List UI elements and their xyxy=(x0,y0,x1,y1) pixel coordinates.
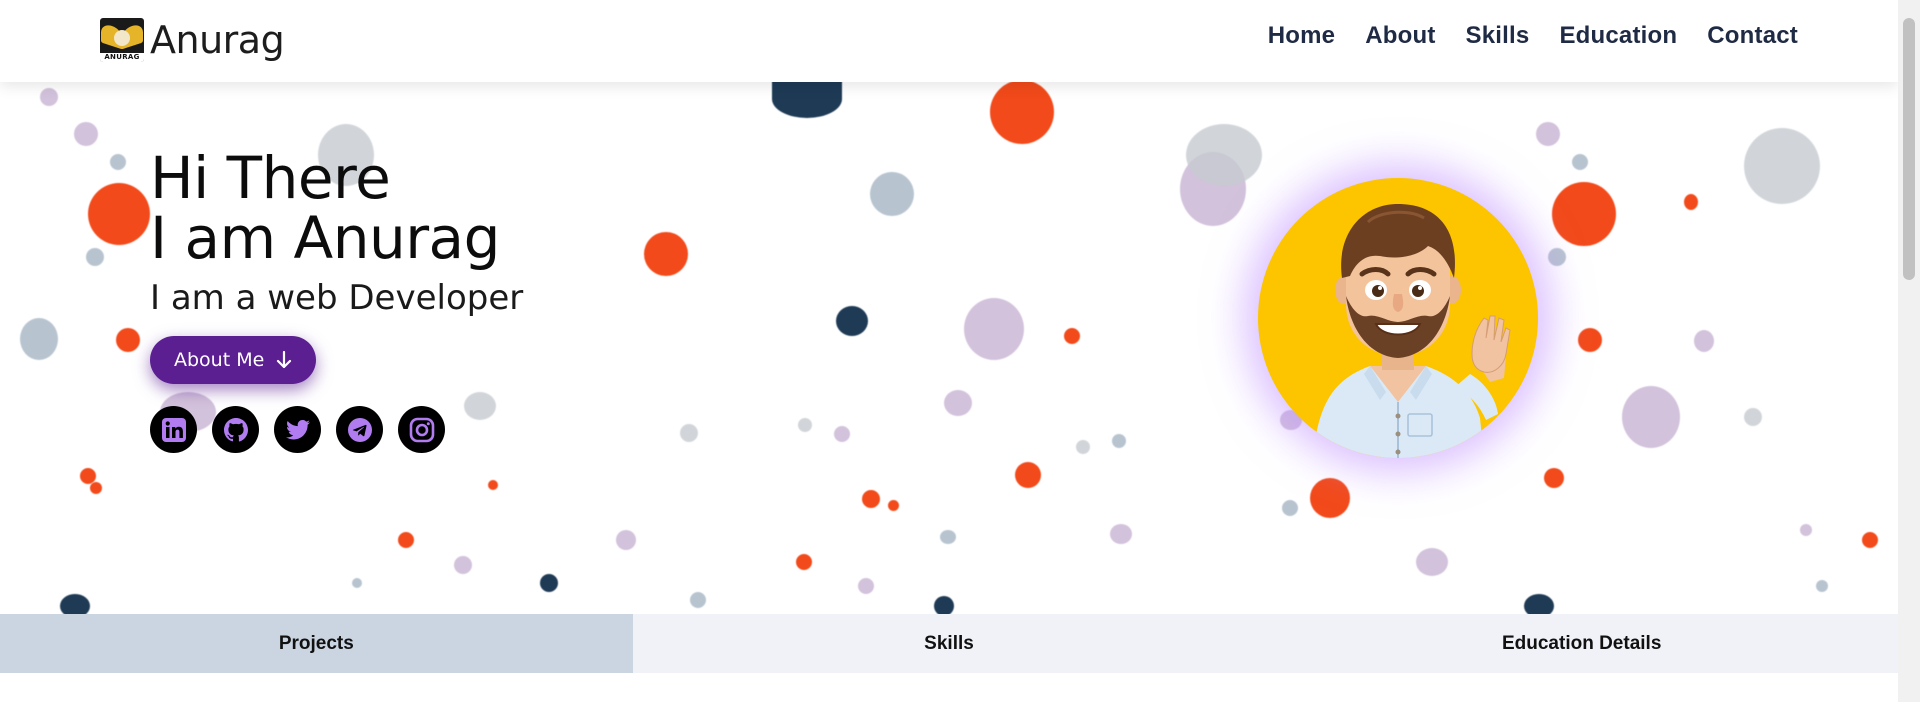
paint-dot xyxy=(110,154,126,170)
paint-dot xyxy=(1548,248,1566,266)
paint-dot xyxy=(20,318,58,360)
paint-dot xyxy=(862,490,880,508)
paint-dot xyxy=(1076,440,1090,454)
paint-dot xyxy=(1310,478,1350,518)
paint-dot xyxy=(1694,330,1714,352)
paint-dot xyxy=(40,88,58,106)
paint-dot xyxy=(1015,462,1041,488)
hero-title: Hi There I am Anurag xyxy=(150,148,523,268)
nav-item-education[interactable]: Education xyxy=(1559,22,1677,50)
paint-dot xyxy=(940,530,956,544)
paint-dot xyxy=(888,500,899,511)
paint-dot xyxy=(454,556,472,574)
brand-logo-text: ANURAG xyxy=(100,53,144,62)
paint-dot xyxy=(1816,580,1828,592)
instagram-link[interactable] xyxy=(398,406,445,453)
paint-dot xyxy=(1622,386,1680,448)
hero-intro: Hi There I am Anurag I am a web Develope… xyxy=(150,148,523,453)
nav-item-skills[interactable]: Skills xyxy=(1466,22,1530,50)
nav-item-home[interactable]: Home xyxy=(1268,22,1335,50)
paint-dot xyxy=(1186,124,1262,186)
paint-dot xyxy=(60,594,90,614)
content-area xyxy=(0,673,1898,702)
paint-dot xyxy=(1524,594,1554,614)
scrollbar-thumb[interactable] xyxy=(1903,18,1915,280)
paint-dot xyxy=(616,530,636,550)
paint-dot xyxy=(690,592,706,608)
paint-dot xyxy=(1572,154,1588,170)
paint-dot xyxy=(1744,408,1762,426)
hero-title-line1: Hi There xyxy=(150,144,391,212)
tab-skills[interactable]: Skills xyxy=(632,614,1266,673)
linkedin-link[interactable] xyxy=(150,406,197,453)
hero-title-line2: I am Anurag xyxy=(150,204,500,272)
tab-projects[interactable]: Projects xyxy=(0,614,633,673)
github-icon xyxy=(223,417,248,442)
paint-dot xyxy=(540,574,558,592)
paint-dot xyxy=(990,80,1054,144)
paint-dot xyxy=(352,578,362,588)
nav-item-about[interactable]: About xyxy=(1365,22,1435,50)
paint-dot xyxy=(88,183,150,245)
paint-dot xyxy=(964,298,1024,360)
paint-dot xyxy=(1110,524,1132,544)
paint-dot xyxy=(86,248,104,266)
paint-dot xyxy=(644,232,688,276)
brand-name: Anurag xyxy=(150,18,285,62)
nav-item-contact[interactable]: Contact xyxy=(1707,22,1798,50)
paint-dot xyxy=(1744,128,1820,204)
paint-dot xyxy=(116,328,140,352)
paint-dot xyxy=(1536,122,1560,146)
paint-dot xyxy=(680,424,698,442)
linkedin-icon xyxy=(161,417,186,442)
paint-dot xyxy=(1800,524,1812,536)
nav-menu: Home About Skills Education Contact xyxy=(1268,22,1798,50)
paint-dot xyxy=(1552,182,1616,246)
about-me-label: About Me xyxy=(174,349,265,371)
paint-dot xyxy=(858,578,874,594)
social-links xyxy=(150,406,523,453)
paint-dot xyxy=(772,80,842,118)
page-scrollbar[interactable] xyxy=(1898,0,1920,702)
paint-dot xyxy=(398,532,414,548)
about-me-button[interactable]: About Me xyxy=(150,336,317,384)
paint-dot xyxy=(1684,194,1698,210)
section-tabs: Projects Skills Education Details xyxy=(0,614,1899,673)
arrow-down-icon xyxy=(277,351,292,369)
navbar: ANURAG Anurag Home About Skills Educatio… xyxy=(0,0,1898,82)
paint-dot xyxy=(1064,328,1080,344)
brand[interactable]: ANURAG Anurag xyxy=(100,18,285,62)
waving-avatar-illustration xyxy=(1313,204,1511,458)
twitter-icon xyxy=(285,419,310,439)
avatar xyxy=(1258,178,1538,458)
instagram-icon xyxy=(409,417,434,442)
paint-dot xyxy=(870,172,914,216)
paint-dot xyxy=(1578,328,1602,352)
paint-dot xyxy=(1112,434,1126,448)
brand-logo: ANURAG xyxy=(100,18,144,62)
tab-education-details[interactable]: Education Details xyxy=(1265,614,1899,673)
paint-dot xyxy=(934,596,954,614)
paint-dot xyxy=(834,426,850,442)
telegram-icon xyxy=(347,417,372,442)
paint-dot xyxy=(1282,500,1298,516)
paint-dot xyxy=(798,418,812,432)
paint-dot xyxy=(1416,548,1448,576)
paint-dot xyxy=(944,390,972,416)
hero-subtitle: I am a web Developer xyxy=(150,278,524,318)
twitter-link[interactable] xyxy=(274,406,321,453)
paint-dot xyxy=(74,122,98,146)
github-link[interactable] xyxy=(212,406,259,453)
paint-dot xyxy=(488,480,498,490)
paint-dot xyxy=(90,482,102,494)
paint-dot xyxy=(796,554,812,570)
paint-dot xyxy=(1544,468,1564,488)
telegram-link[interactable] xyxy=(336,406,383,453)
paint-dot xyxy=(836,306,868,336)
paint-dot xyxy=(1862,532,1878,548)
